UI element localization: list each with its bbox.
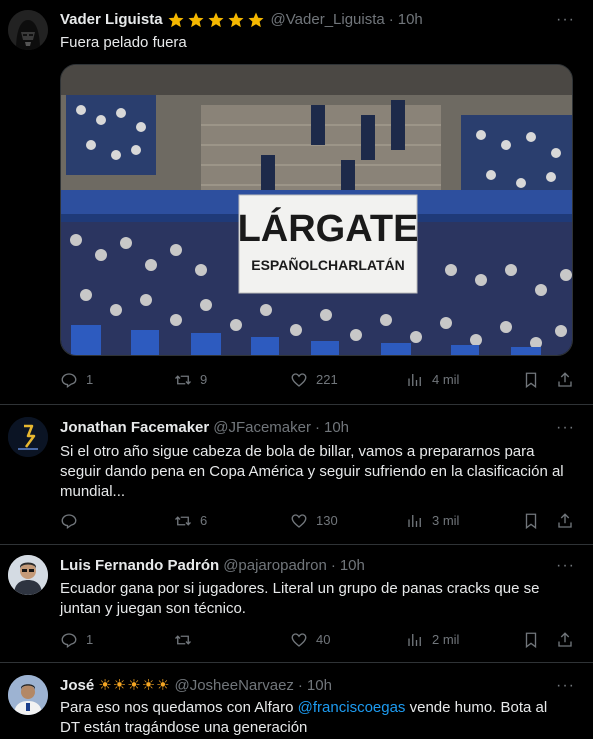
retweet-icon	[175, 516, 191, 526]
view-count: 2 mil	[432, 632, 460, 647]
star-icon	[228, 12, 244, 28]
retweet-button[interactable]: 6	[174, 511, 207, 531]
avatar[interactable]	[8, 555, 48, 595]
retweet-button[interactable]: 9	[174, 370, 207, 390]
star-icon	[208, 12, 224, 28]
tweet-actions: 1 9 221 4 mil	[60, 370, 575, 390]
banner-text-1: LÁRGATE	[238, 206, 419, 250]
bookmark-icon	[525, 372, 537, 389]
retweet-icon	[175, 635, 191, 645]
star-icon	[168, 12, 184, 28]
reply-button[interactable]: 1	[60, 630, 93, 650]
separator-dot: ·	[330, 557, 336, 574]
author-handle[interactable]: @pajaropadron	[223, 556, 327, 576]
sun-icon: ☀	[112, 677, 127, 694]
author-handle[interactable]: @JFacemaker	[213, 418, 311, 438]
like-count: 40	[316, 632, 331, 647]
timestamp[interactable]: 10h	[324, 418, 349, 438]
reply-count: 1	[86, 372, 94, 387]
avatar[interactable]	[8, 10, 48, 50]
retweet-icon	[175, 375, 191, 385]
sun-icon: ☀	[98, 677, 112, 694]
separator-dot: ·	[388, 11, 394, 28]
tweet-text: Fuera pelado fuera	[60, 34, 187, 51]
like-button[interactable]: 130	[290, 511, 338, 531]
retweet-count: 6	[200, 513, 208, 528]
avatar[interactable]	[8, 417, 48, 457]
views-icon	[408, 374, 421, 386]
like-button[interactable]: 221	[290, 370, 338, 390]
bookmark-icon	[525, 513, 537, 530]
more-options-icon[interactable]: ···	[556, 418, 575, 438]
share-button[interactable]	[556, 370, 574, 390]
more-options-icon[interactable]: ···	[556, 556, 575, 576]
reply-icon	[61, 514, 77, 530]
heart-icon	[291, 633, 307, 647]
view-count: 3 mil	[432, 513, 460, 528]
views-icon	[408, 634, 421, 646]
author-name[interactable]: José	[60, 676, 94, 696]
views-button[interactable]: 3 mil	[406, 511, 459, 531]
views-icon	[408, 515, 421, 527]
views-button[interactable]: 2 mil	[406, 630, 459, 650]
tweet-text: Si el otro año sigue cabeza de bola de b…	[60, 443, 564, 500]
views-button[interactable]: 4 mil	[406, 370, 459, 390]
bookmark-button[interactable]	[522, 630, 540, 650]
separator-dot: ·	[297, 677, 303, 694]
share-button[interactable]	[556, 511, 574, 531]
like-button[interactable]: 40	[290, 630, 330, 650]
tweet-text: Para eso nos quedamos con Alfaro @franci…	[60, 698, 570, 738]
sun-icon: ☀	[156, 677, 170, 694]
share-icon	[558, 513, 572, 528]
mention-link[interactable]: @franciscoegas	[298, 699, 406, 716]
reply-count: 1	[86, 632, 94, 647]
timestamp[interactable]: 10h	[340, 556, 365, 576]
timestamp[interactable]: 10h	[307, 676, 332, 696]
bookmark-icon	[525, 632, 537, 649]
tweet-text: Ecuador gana por si jugadores. Literal u…	[60, 580, 540, 617]
retweet-count: 9	[200, 372, 208, 387]
star-icon	[188, 12, 204, 28]
bookmark-button[interactable]	[522, 511, 540, 531]
reply-icon	[61, 373, 77, 389]
tweet-3[interactable]: Luis Fernando Padrón @pajaropadron · 10h…	[0, 545, 593, 663]
star-icon	[248, 12, 264, 28]
share-icon	[558, 372, 572, 387]
view-count: 4 mil	[432, 372, 460, 387]
share-icon	[558, 632, 572, 647]
tweet-image[interactable]: LÁRGATE ESPAÑOLCHARLATÁN	[60, 64, 573, 356]
author-name[interactable]: Jonathan Facemaker	[60, 418, 209, 438]
more-options-icon[interactable]: ···	[556, 10, 575, 30]
tweet-text-part: Para eso nos quedamos con Alfaro	[60, 699, 298, 716]
timestamp[interactable]: 10h	[398, 10, 423, 30]
tweet-4[interactable]: José ☀ ☀ ☀ ☀ ☀ @JosheeNarvaez · 10h ··· …	[0, 663, 593, 739]
reply-icon	[61, 633, 77, 649]
bookmark-button[interactable]	[522, 370, 540, 390]
sun-icon: ☀	[141, 677, 156, 694]
tweet-1[interactable]: Vader Liguista @Vader_Liguista · 10h ···…	[0, 0, 593, 405]
avatar[interactable]	[8, 675, 48, 715]
author-handle[interactable]: @Vader_Liguista	[271, 10, 385, 30]
separator-dot: ·	[314, 419, 320, 436]
share-button[interactable]	[556, 630, 574, 650]
banner-text-2: ESPAÑOLCHARLATÁN	[251, 256, 404, 273]
tweet-actions: 6 130 3 mil	[60, 511, 575, 531]
heart-icon	[291, 373, 307, 387]
author-name[interactable]: Vader Liguista	[60, 10, 163, 30]
tweet-actions: 1 40 2 mil	[60, 630, 575, 650]
reply-button[interactable]: 1	[60, 370, 93, 390]
star-badge	[167, 11, 267, 29]
tweet-2[interactable]: Jonathan Facemaker @JFacemaker · 10h ···…	[0, 405, 593, 545]
author-name[interactable]: Luis Fernando Padrón	[60, 556, 219, 576]
author-handle[interactable]: @JosheeNarvaez	[174, 676, 293, 696]
more-options-icon[interactable]: ···	[556, 676, 575, 696]
retweet-button[interactable]	[174, 630, 200, 650]
heart-icon	[291, 514, 307, 528]
like-count: 221	[316, 372, 338, 387]
reply-button[interactable]	[60, 511, 86, 531]
like-count: 130	[316, 513, 338, 528]
sun-badge: ☀ ☀ ☀ ☀ ☀	[98, 676, 170, 696]
sun-icon: ☀	[127, 677, 141, 694]
